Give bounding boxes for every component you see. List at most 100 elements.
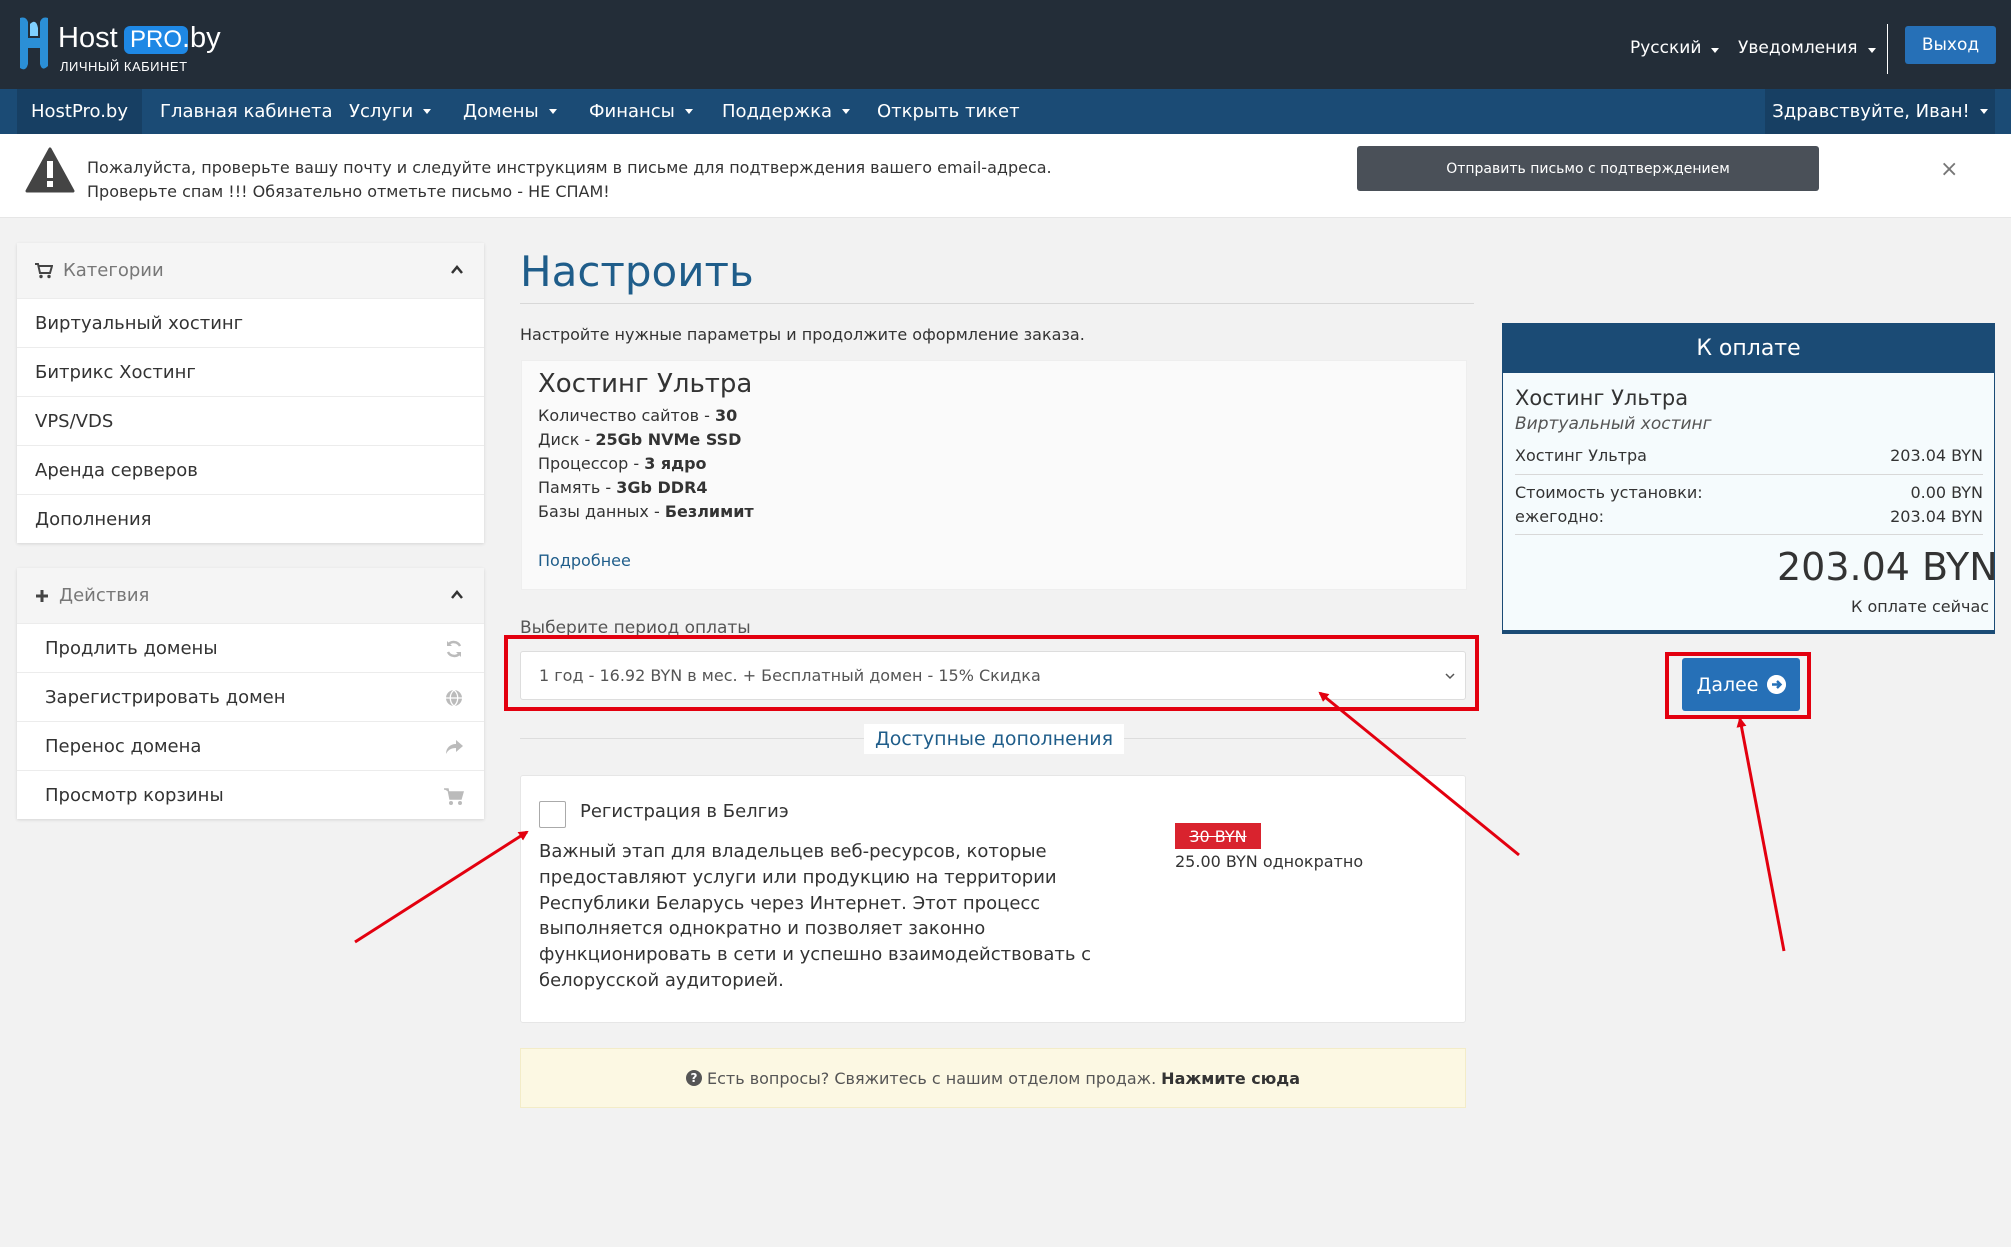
sidebar-item-transfer-domain[interactable]: Перенос домена [17, 721, 484, 770]
question-circle-icon: ? [685, 1070, 702, 1086]
sidebar-item-renew-domains[interactable]: Продлить домены [17, 623, 484, 672]
send-confirmation-button[interactable]: Отправить письмо с подтверждением [1357, 146, 1819, 191]
main-nav: HostPro.by Главная кабинета Услуги Домен… [0, 89, 2011, 134]
nav-brand[interactable]: HostPro.by [17, 89, 142, 134]
alert-line-2: Проверьте спам !!! Обязательно отметьте … [87, 182, 610, 201]
arrow-circle-right-icon [1766, 675, 1786, 694]
categories-header[interactable]: Категории [17, 243, 484, 298]
nav-item-label: Домены [463, 101, 539, 122]
sidebar-item-server-rental[interactable]: Аренда серверов [17, 445, 484, 494]
language-label: Русский [1630, 38, 1702, 58]
sidebar-item-bitrix-hosting[interactable]: Битрикс Хостинг [17, 347, 484, 396]
summary-line-product: Хостинг Ультра 203.04 BYN [1515, 446, 1983, 465]
logo-h-icon [20, 17, 48, 70]
chevron-up-icon[interactable] [450, 588, 464, 602]
notifications-label: Уведомления [1738, 38, 1858, 58]
nav-item-home[interactable]: Главная кабинета [160, 89, 333, 134]
actions-title: Действия [59, 585, 150, 606]
top-header: Host PRO .by ЛИЧНЫЙ КАБИНЕТ Русский Увед… [0, 0, 2011, 89]
page-subtitle: Настройте нужные параметры и продолжите … [520, 325, 1085, 344]
close-icon[interactable]: × [1940, 157, 1958, 182]
addons-title: Доступные дополнения [864, 724, 1124, 754]
chevron-down-icon [1711, 48, 1720, 53]
plus-icon [36, 589, 48, 602]
chevron-down-icon [1979, 109, 1988, 114]
sidebar-item-virtual-hosting[interactable]: Виртуальный хостинг [17, 298, 484, 347]
logo-by-text: .by [182, 22, 221, 54]
addon-checkbox[interactable] [539, 801, 566, 828]
language-dropdown[interactable]: Русский [1630, 38, 1720, 58]
chevron-down-icon [842, 109, 851, 114]
help-link[interactable]: Нажмите сюда [1161, 1069, 1300, 1088]
logo[interactable]: Host PRO .by ЛИЧНЫЙ КАБИНЕТ [16, 14, 221, 78]
summary-divider [1515, 534, 1983, 535]
summary-divider [1515, 474, 1983, 475]
nav-item-open-ticket[interactable]: Открыть тикет [877, 89, 1020, 134]
summary-line-setup: Стоимость установки: 0.00 BYN [1515, 483, 1983, 502]
chevron-down-icon [684, 109, 693, 114]
addon-description-line: функционировать в сети и успешно взаимод… [539, 944, 1092, 965]
nav-item-label: Финансы [589, 101, 675, 122]
user-greeting: Здравствуйте, Иван! [1772, 101, 1970, 122]
summary-total-label: К оплате сейчас [1851, 597, 1990, 616]
sidebar-item-register-domain[interactable]: Зарегистрировать домен [17, 672, 484, 721]
addon-name[interactable]: Регистрация в Белгиэ [580, 801, 789, 822]
billing-period-value: 1 год - 16.92 BYN в мес. + Бесплатный до… [539, 666, 1041, 685]
categories-panel: Категории Виртуальный хостинг Битрикс Хо… [17, 243, 484, 543]
logout-button[interactable]: Выход [1905, 26, 1996, 64]
spec-sites: Количество сайтов - 30 [538, 406, 738, 425]
spec-cpu: Процессор - 3 ядро [538, 454, 707, 473]
nav-item-label: Открыть тикет [877, 101, 1020, 122]
sidebar-item-label: Просмотр корзины [45, 784, 224, 806]
actions-panel: Действия Продлить домены Зарегистрироват… [17, 568, 484, 819]
sidebar-item-label: Продлить домены [45, 637, 218, 659]
nav-item-support[interactable]: Поддержка [722, 89, 851, 134]
page-title: Настроить [520, 247, 754, 296]
addon-description-line: выполняется однократно и позволяет закон… [539, 918, 986, 939]
sidebar-item-addons[interactable]: Дополнения [17, 494, 484, 543]
summary-product-name: Хостинг Ультра [1515, 386, 1689, 410]
logo-host-text: Host [58, 22, 118, 54]
spec-databases: Базы данных - Безлимит [538, 502, 754, 521]
title-divider [520, 303, 1474, 304]
actions-header[interactable]: Действия [17, 568, 484, 623]
warning-icon [25, 147, 75, 193]
spec-memory: Память - 3Gb DDR4 [538, 478, 708, 497]
more-details-link[interactable]: Подробнее [538, 551, 631, 570]
annotation-arrow-next [1736, 717, 1786, 952]
old-price-badge: 30 BYN [1175, 823, 1261, 849]
sidebar-item-vps-vds[interactable]: VPS/VDS [17, 396, 484, 445]
globe-icon [446, 689, 462, 707]
logo-subtitle: ЛИЧНЫЙ КАБИНЕТ [60, 59, 188, 74]
summary-category: Виртуальный хостинг [1515, 414, 1712, 434]
nav-item-services[interactable]: Услуги [349, 89, 432, 134]
help-text: Есть вопросы? Свяжитесь с нашим отделом … [706, 1068, 1157, 1088]
user-menu[interactable]: Здравствуйте, Иван! [1765, 89, 1995, 134]
nav-item-finance[interactable]: Финансы [589, 89, 693, 134]
nav-item-domains[interactable]: Домены [463, 89, 557, 134]
addon-description-line: белорусской аудиторией. [539, 970, 784, 991]
summary-total: 203.04 BYN [1777, 545, 1998, 589]
cart-icon [444, 788, 464, 805]
sales-help-box: ? Есть вопросы? Свяжитесь с нашим отдело… [520, 1048, 1466, 1108]
nav-item-label: Поддержка [722, 101, 833, 122]
next-button-label: Далее [1696, 673, 1759, 696]
chevron-down-icon [423, 109, 432, 114]
addon-description-line: предоставляют услуги или продукцию на те… [539, 867, 1057, 888]
sidebar-item-label: Перенос домена [45, 735, 202, 757]
alert-line-1: Пожалуйста, проверьте вашу почту и следу… [87, 158, 1052, 177]
categories-title: Категории [63, 260, 164, 281]
sidebar-item-label: Зарегистрировать домен [45, 686, 286, 708]
order-summary-title: К оплате [1502, 323, 1995, 373]
billing-period-select[interactable]: 1 год - 16.92 BYN в мес. + Бесплатный до… [520, 651, 1466, 700]
next-button[interactable]: Далее [1682, 658, 1800, 711]
refresh-icon [446, 640, 462, 658]
chevron-up-icon[interactable] [450, 263, 464, 277]
chevron-down-icon [1445, 673, 1455, 680]
notifications-dropdown[interactable]: Уведомления [1738, 38, 1876, 58]
addon-description-line: Республики Беларусь через Интернет. Этот… [539, 893, 1041, 914]
nav-item-label: Главная кабинета [160, 101, 333, 122]
sidebar-item-view-cart[interactable]: Просмотр корзины [17, 770, 484, 819]
chevron-down-icon [1867, 48, 1876, 53]
addon-price: 25.00 BYN однократно [1175, 852, 1364, 871]
